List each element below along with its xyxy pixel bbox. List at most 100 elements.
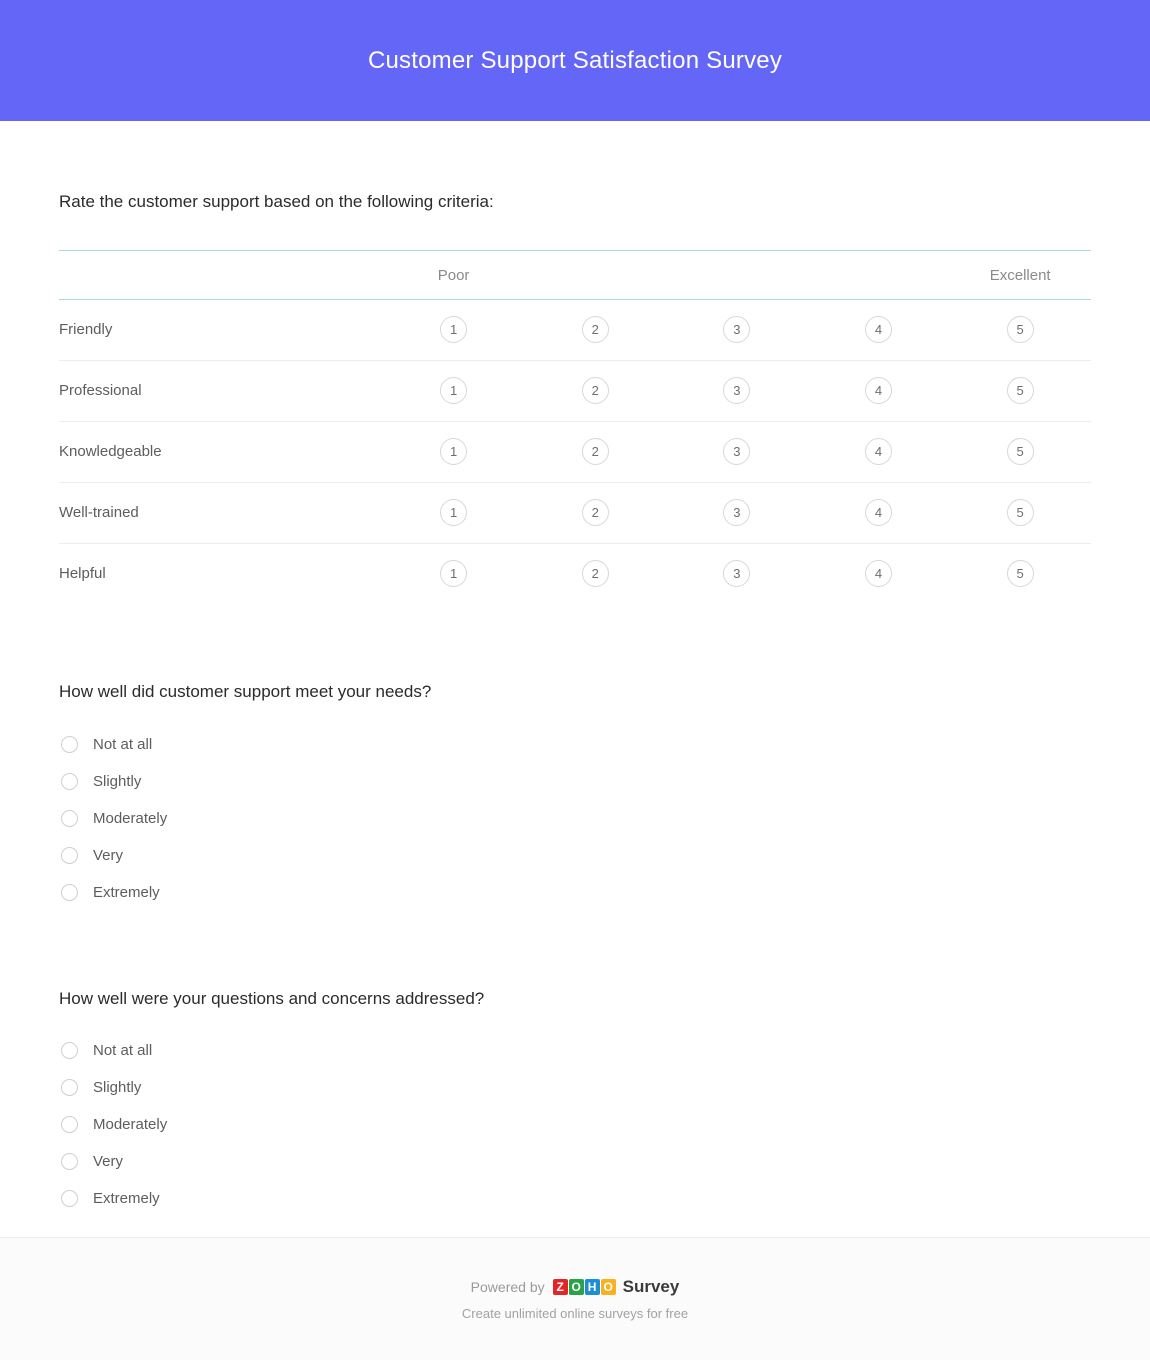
- rating-option-1[interactable]: 1: [440, 316, 467, 343]
- radio-option-extremely[interactable]: Extremely: [59, 874, 1091, 911]
- rating-option-5[interactable]: 5: [1007, 438, 1034, 465]
- scale-label-high: Excellent: [949, 250, 1091, 299]
- rating-option-2[interactable]: 2: [582, 316, 609, 343]
- radio-button-icon[interactable]: [61, 1079, 78, 1096]
- radio-option-list-1: Not at all Slightly Moderately Very Extr…: [59, 726, 1091, 911]
- rating-option-3[interactable]: 3: [723, 438, 750, 465]
- matrix-cell: 2: [524, 360, 666, 421]
- radio-option-list-2: Not at all Slightly Moderately Very Extr…: [59, 1032, 1091, 1217]
- radio-question-block-2: How well were your questions and concern…: [59, 911, 1091, 1218]
- matrix-cell: 1: [383, 482, 525, 543]
- radio-button-icon[interactable]: [61, 884, 78, 901]
- matrix-cell: 5: [949, 299, 1091, 360]
- survey-page: Customer Support Satisfaction Survey Rat…: [0, 0, 1150, 1360]
- radio-option-label: Extremely: [93, 1190, 160, 1207]
- rating-option-4[interactable]: 4: [865, 499, 892, 526]
- matrix-body: Friendly 1 2 3 4: [59, 299, 1091, 604]
- rating-option-3[interactable]: 3: [723, 499, 750, 526]
- matrix-question-block: Rate the customer support based on the f…: [59, 121, 1091, 604]
- rating-option-1[interactable]: 1: [440, 499, 467, 526]
- rating-option-3[interactable]: 3: [723, 316, 750, 343]
- radio-option-very[interactable]: Very: [59, 837, 1091, 874]
- radio-question-block-1: How well did customer support meet your …: [59, 604, 1091, 911]
- survey-footer: Powered by Z O H O Survey Create unlimit…: [0, 1237, 1150, 1360]
- matrix-cell: 4: [808, 482, 950, 543]
- matrix-header-row: Poor Excellent: [59, 250, 1091, 299]
- rating-option-1[interactable]: 1: [440, 377, 467, 404]
- matrix-question-prompt: Rate the customer support based on the f…: [59, 190, 1091, 214]
- matrix-cell: 1: [383, 543, 525, 604]
- matrix-cell: 3: [666, 299, 808, 360]
- radio-button-icon[interactable]: [61, 1042, 78, 1059]
- radio-option-label: Very: [93, 847, 123, 864]
- radio-option-label: Moderately: [93, 1116, 167, 1133]
- rating-option-2[interactable]: 2: [582, 499, 609, 526]
- rating-option-5[interactable]: 5: [1007, 377, 1034, 404]
- radio-option-slightly[interactable]: Slightly: [59, 1069, 1091, 1106]
- radio-button-icon[interactable]: [61, 773, 78, 790]
- brand-word-survey: Survey: [623, 1277, 680, 1297]
- radio-option-moderately[interactable]: Moderately: [59, 1106, 1091, 1143]
- matrix-row-label: Professional: [59, 360, 383, 421]
- powered-by-row[interactable]: Powered by Z O H O Survey: [471, 1277, 680, 1297]
- matrix-cell: 5: [949, 421, 1091, 482]
- matrix-cell: 3: [666, 421, 808, 482]
- matrix-cell: 2: [524, 482, 666, 543]
- matrix-head: Poor Excellent: [59, 250, 1091, 299]
- matrix-cell: 2: [524, 299, 666, 360]
- radio-button-icon[interactable]: [61, 810, 78, 827]
- rating-matrix-table: Poor Excellent Friendly 1 2: [59, 250, 1091, 604]
- radio-button-icon[interactable]: [61, 847, 78, 864]
- table-row: Well-trained 1 2 3 4: [59, 482, 1091, 543]
- rating-option-4[interactable]: 4: [865, 377, 892, 404]
- rating-option-1[interactable]: 1: [440, 560, 467, 587]
- matrix-cell: 3: [666, 482, 808, 543]
- matrix-cell: 4: [808, 299, 950, 360]
- matrix-cell: 2: [524, 421, 666, 482]
- radio-option-extremely[interactable]: Extremely: [59, 1180, 1091, 1217]
- radio-option-label: Very: [93, 1153, 123, 1170]
- rating-option-5[interactable]: 5: [1007, 560, 1034, 587]
- table-row: Professional 1 2 3 4: [59, 360, 1091, 421]
- rating-option-2[interactable]: 2: [582, 438, 609, 465]
- rating-option-4[interactable]: 4: [865, 316, 892, 343]
- matrix-cell: 5: [949, 482, 1091, 543]
- matrix-cell: 2: [524, 543, 666, 604]
- matrix-header-blank: [59, 250, 383, 299]
- rating-option-4[interactable]: 4: [865, 560, 892, 587]
- radio-option-slightly[interactable]: Slightly: [59, 763, 1091, 800]
- question-prompt-2: How well were your questions and concern…: [59, 987, 1091, 1011]
- radio-button-icon[interactable]: [61, 1190, 78, 1207]
- radio-option-not-at-all[interactable]: Not at all: [59, 1032, 1091, 1069]
- matrix-cell: 4: [808, 543, 950, 604]
- rating-option-2[interactable]: 2: [582, 560, 609, 587]
- radio-option-label: Moderately: [93, 810, 167, 827]
- rating-option-2[interactable]: 2: [582, 377, 609, 404]
- scale-header-3: [666, 250, 808, 299]
- radio-option-very[interactable]: Very: [59, 1143, 1091, 1180]
- zoho-letter-tile-4: O: [601, 1279, 616, 1295]
- scale-label-low: Poor: [383, 250, 525, 299]
- survey-body: Rate the customer support based on the f…: [0, 121, 1150, 1237]
- scale-header-4: [808, 250, 950, 299]
- zoho-logo-icon[interactable]: Z O H O: [553, 1279, 616, 1295]
- rating-option-3[interactable]: 3: [723, 377, 750, 404]
- scale-header-2: [524, 250, 666, 299]
- rating-option-5[interactable]: 5: [1007, 499, 1034, 526]
- radio-option-moderately[interactable]: Moderately: [59, 800, 1091, 837]
- matrix-cell: 4: [808, 421, 950, 482]
- rating-option-4[interactable]: 4: [865, 438, 892, 465]
- rating-option-3[interactable]: 3: [723, 560, 750, 587]
- rating-option-5[interactable]: 5: [1007, 316, 1034, 343]
- matrix-cell: 3: [666, 360, 808, 421]
- rating-option-1[interactable]: 1: [440, 438, 467, 465]
- matrix-cell: 5: [949, 360, 1091, 421]
- radio-option-not-at-all[interactable]: Not at all: [59, 726, 1091, 763]
- footer-tagline: Create unlimited online surveys for free: [462, 1306, 688, 1321]
- question-prompt-1: How well did customer support meet your …: [59, 680, 1091, 704]
- radio-button-icon[interactable]: [61, 1116, 78, 1133]
- radio-button-icon[interactable]: [61, 736, 78, 753]
- radio-button-icon[interactable]: [61, 1153, 78, 1170]
- page-title: Customer Support Satisfaction Survey: [368, 47, 782, 75]
- radio-option-label: Slightly: [93, 773, 141, 790]
